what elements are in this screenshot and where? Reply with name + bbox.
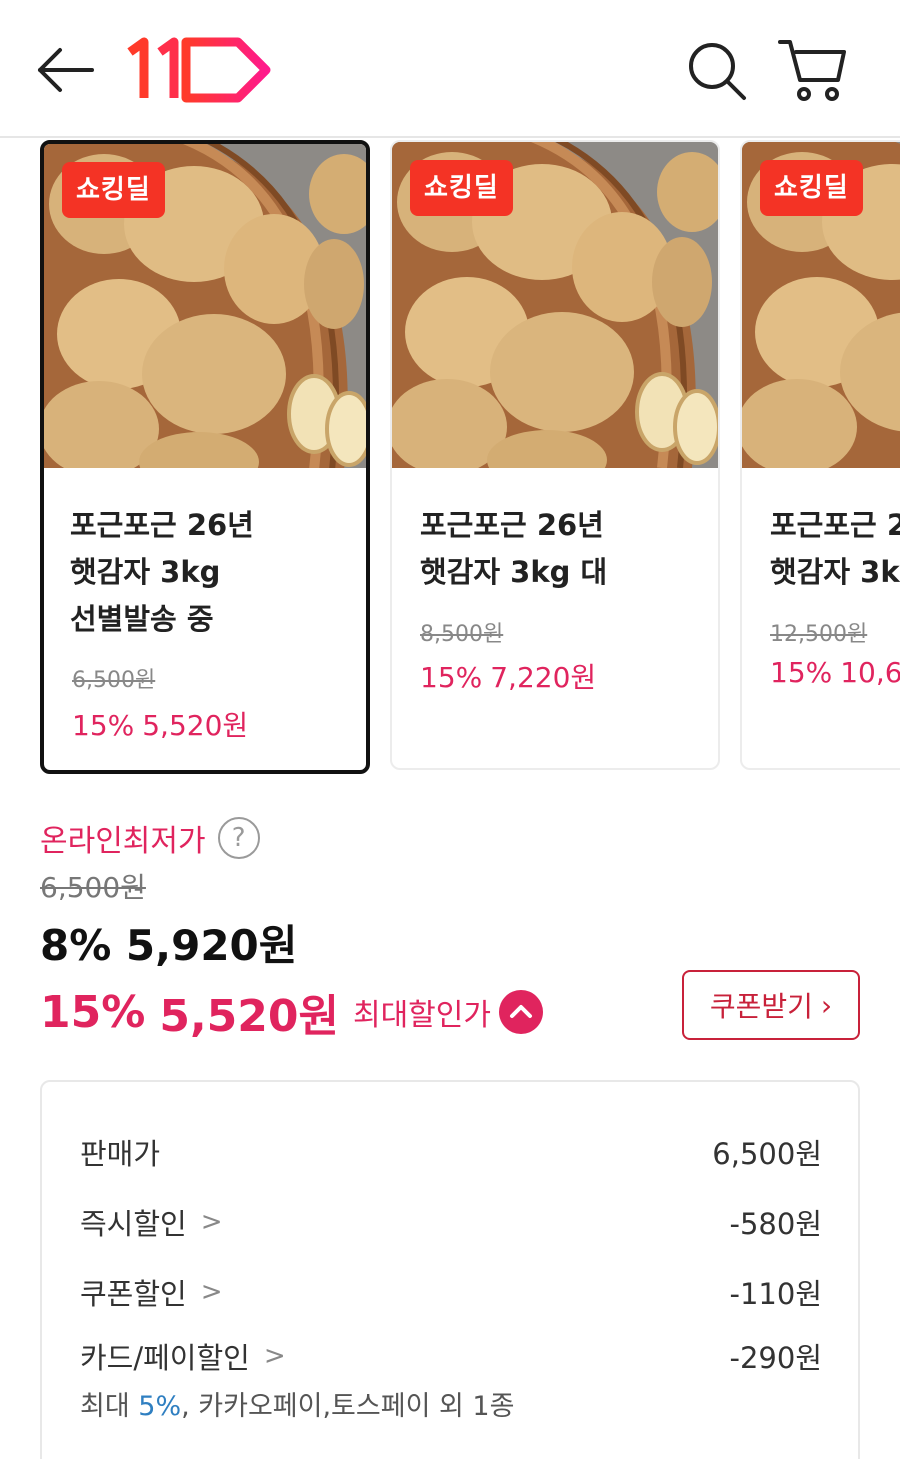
chevron-right-icon: > xyxy=(263,1341,286,1371)
arrow-left-icon xyxy=(38,48,94,92)
card-pay-max-pct: 5% xyxy=(138,1391,182,1422)
product-image: 쇼킹딜 xyxy=(44,144,366,468)
top-app-bar xyxy=(0,0,900,138)
shocking-deal-badge: 쇼킹딜 xyxy=(410,160,513,216)
product-original-price: 6,500원 xyxy=(72,668,156,693)
help-icon[interactable]: ? xyxy=(217,817,260,859)
product-price: 5,520원 xyxy=(142,709,249,742)
breakdown-label: 카드/페이할인 xyxy=(80,1341,250,1375)
sale-price: 8% 5,920원 xyxy=(40,921,298,970)
chevron-up-icon xyxy=(509,1005,532,1018)
product-original-price: 12,500원 xyxy=(770,622,868,647)
max-discount-label: 최대할인가 xyxy=(352,998,491,1033)
breakdown-row-card-pay-discount[interactable]: 카드/페이할인 > -290원 xyxy=(80,1334,822,1378)
lowest-price-label-row: 온라인최저가 ? xyxy=(40,816,260,860)
home-logo[interactable] xyxy=(126,36,276,106)
breakdown-label: 판매가 xyxy=(80,1137,161,1171)
breakdown-value: 6,500원 xyxy=(712,1137,822,1171)
back-button[interactable] xyxy=(30,40,100,100)
product-image: 쇼킹딜 xyxy=(742,142,900,468)
collapse-breakdown-button[interactable] xyxy=(498,990,543,1034)
product-discount-pct: 15% xyxy=(72,709,135,742)
product-option-carousel[interactable]: 쇼킹딜 포근포근 26년 햇감자 3kg 선별발송 중 6,500원 15% 5,… xyxy=(0,138,900,778)
product-name: 포근포근 26년 햇감자 3kg 선별발송 중 xyxy=(70,508,254,636)
product-sale-price: 15% 5,520원 xyxy=(72,704,248,744)
max-discount-pct: 15% xyxy=(40,986,146,1038)
product-discount-pct: 15% xyxy=(420,661,483,694)
shocking-deal-badge: 쇼킹딜 xyxy=(62,162,165,218)
get-coupon-label: 쿠폰받기 xyxy=(709,990,813,1023)
original-price: 6,500원 xyxy=(40,871,146,904)
product-name: 포근포근 26년 햇감자 3kg 대 xyxy=(420,508,608,589)
search-button[interactable] xyxy=(684,38,750,104)
max-discount-row: 15% 5,520원 최대할인가 xyxy=(40,980,543,1044)
cart-icon xyxy=(778,40,846,101)
breakdown-value: -580원 xyxy=(729,1207,823,1241)
breakdown-label: 쿠폰할인 xyxy=(80,1277,187,1311)
max-discount-price: 5,520원 xyxy=(159,991,339,1042)
breakdown-row-instant-discount[interactable]: 즉시할인 > -580원 xyxy=(80,1200,822,1244)
chevron-right-icon: › xyxy=(820,988,833,1022)
product-sale-price: 15% 7,220원 xyxy=(420,656,596,696)
product-card[interactable]: 쇼킹딜 포근포근 2 햇감자 3k 12,500원 15%10,6 xyxy=(740,140,900,770)
product-price: 10,6 xyxy=(840,656,900,689)
shocking-deal-badge: 쇼킹딜 xyxy=(760,160,863,216)
product-original-price: 8,500원 xyxy=(420,622,504,647)
chevron-right-icon: > xyxy=(200,1277,223,1307)
product-image: 쇼킹딜 xyxy=(392,142,718,468)
product-discount-pct: 15% xyxy=(770,656,833,689)
search-icon xyxy=(689,43,746,100)
breakdown-value: -290원 xyxy=(729,1341,823,1375)
product-card-selected[interactable]: 쇼킹딜 포근포근 26년 햇감자 3kg 선별발송 중 6,500원 15% 5,… xyxy=(40,140,370,774)
price-breakdown-panel: 판매가 6,500원 즉시할인 > -580원 쿠폰할인 > -110원 카드/… xyxy=(40,1080,860,1459)
lowest-price-label: 온라인최저가 xyxy=(40,824,206,859)
product-card[interactable]: 쇼킹딜 포근포근 26년 햇감자 3kg 대 8,500원 15% 7,220원 xyxy=(390,140,720,770)
cart-button[interactable] xyxy=(776,36,848,104)
product-price: 7,220원 xyxy=(490,661,597,694)
breakdown-value: -110원 xyxy=(729,1277,823,1311)
get-coupon-button[interactable]: 쿠폰받기 › xyxy=(682,970,860,1040)
chevron-right-icon: > xyxy=(200,1207,223,1237)
breakdown-row-list-price: 판매가 6,500원 xyxy=(80,1130,822,1174)
product-name: 포근포근 2 햇감자 3k xyxy=(770,508,900,589)
card-pay-note: 최대 5%, 카카오페이,토스페이 외 1종 xyxy=(80,1391,515,1422)
brand-logo-icon xyxy=(127,37,271,103)
product-sale-price: 15% 10,6 xyxy=(770,656,900,689)
breakdown-row-coupon-discount[interactable]: 쿠폰할인 > -110원 xyxy=(80,1270,822,1314)
breakdown-label: 즉시할인 xyxy=(80,1207,187,1241)
